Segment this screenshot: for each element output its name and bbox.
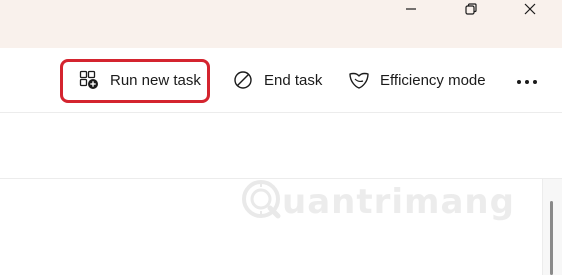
close-icon [523,2,537,21]
watermark: uantrimang [240,178,515,225]
restore-button[interactable] [448,0,494,22]
end-task-button[interactable]: End task [232,48,322,112]
end-task-label: End task [264,71,323,89]
scrollbar-thumb[interactable] [550,201,553,275]
run-new-task-label: Run new task [110,71,201,89]
run-new-task-button[interactable]: Run new task [78,48,201,112]
leaf-heart-icon [348,69,370,91]
watermark-text: uantrimang [282,181,515,222]
header-area [0,113,562,179]
more-options-icon [516,72,538,89]
minimize-icon [404,2,418,21]
efficiency-mode-label: Efficiency mode [380,71,486,89]
minimize-button[interactable] [388,0,434,22]
close-button[interactable] [507,0,553,22]
end-task-icon [232,69,254,91]
efficiency-mode-button[interactable]: Efficiency mode [348,48,486,112]
command-bar: Run new task End task Efficiency mode [0,48,562,113]
watermark-logo-icon [240,178,282,225]
title-bar [0,0,562,48]
run-task-icon [78,69,100,91]
restore-icon [464,2,478,21]
more-options-button[interactable] [516,48,538,112]
